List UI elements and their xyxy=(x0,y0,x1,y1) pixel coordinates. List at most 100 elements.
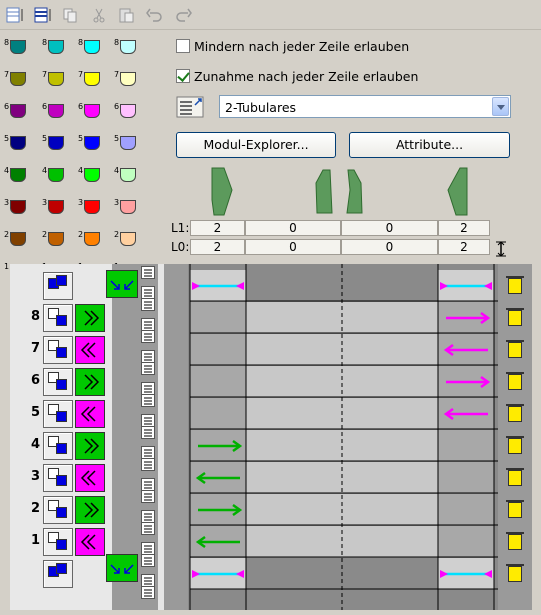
color-swatch[interactable] xyxy=(84,40,100,54)
color-swatch[interactable] xyxy=(10,104,26,118)
color-row-number: 3 xyxy=(4,198,10,207)
color-swatch[interactable] xyxy=(10,40,26,54)
row-insert-icon[interactable] xyxy=(141,382,155,395)
grid-cell xyxy=(342,526,438,557)
color-swatch[interactable] xyxy=(84,136,100,150)
color-swatch[interactable] xyxy=(120,168,136,182)
paste-icon[interactable] xyxy=(118,7,136,23)
color-swatch[interactable] xyxy=(84,168,100,182)
l1-cell[interactable]: 2 xyxy=(438,220,490,236)
undo-icon[interactable] xyxy=(146,7,164,23)
color-swatch[interactable] xyxy=(48,40,64,54)
module-explorer-button[interactable]: Modul-Explorer... xyxy=(176,132,336,158)
color-row-number: 7 xyxy=(42,70,48,79)
color-swatch[interactable] xyxy=(10,72,26,86)
color-swatch[interactable] xyxy=(48,72,64,86)
color-swatch[interactable] xyxy=(48,200,64,214)
grid-cell xyxy=(246,398,342,429)
color-swatch[interactable] xyxy=(84,232,100,246)
color-row: 4 4 4 4 xyxy=(0,164,170,194)
color-swatch[interactable] xyxy=(120,232,136,246)
color-swatch[interactable] xyxy=(48,104,64,118)
color-swatch[interactable] xyxy=(120,104,136,118)
row-insert-icon[interactable] xyxy=(141,542,155,555)
color-row: 2 2 2 2 xyxy=(0,228,170,258)
l1-cell[interactable]: 2 xyxy=(190,220,245,236)
color-swatch[interactable] xyxy=(120,200,136,214)
color-row-number: 8 xyxy=(78,38,84,47)
module-type-icon[interactable] xyxy=(176,96,204,118)
row-insert-icon[interactable] xyxy=(141,446,155,459)
color-swatch[interactable] xyxy=(84,72,100,86)
color-palette: 88887777666655554444333322221111 xyxy=(0,30,170,278)
row-insert-icon[interactable] xyxy=(141,350,155,363)
color-row-number: 5 xyxy=(4,134,10,143)
color-row-number: 6 xyxy=(114,102,120,111)
grid-cell xyxy=(342,334,438,365)
grid-cell xyxy=(246,366,342,397)
chevron-down-icon[interactable] xyxy=(492,97,509,116)
row-insert-icon[interactable] xyxy=(141,286,155,299)
redo-icon[interactable] xyxy=(174,7,192,23)
l0-cell[interactable]: 2 xyxy=(190,239,245,255)
cut-icon[interactable] xyxy=(90,7,108,23)
decrease-label: Mindern nach jeder Zeile erlauben xyxy=(194,39,410,54)
color-row-number: 5 xyxy=(114,134,120,143)
color-swatch[interactable] xyxy=(10,168,26,182)
l0-cell[interactable]: 2 xyxy=(438,239,490,255)
decrease-checkbox[interactable] xyxy=(176,39,190,53)
color-row-number: 8 xyxy=(114,38,120,47)
grid-cell xyxy=(438,526,494,557)
resize-height-icon[interactable] xyxy=(494,240,508,258)
color-swatch[interactable] xyxy=(10,200,26,214)
color-swatch[interactable] xyxy=(10,232,26,246)
module-select-value: 2-Tubulares xyxy=(225,100,297,115)
color-row-number: 2 xyxy=(4,230,10,239)
color-row-number: 5 xyxy=(78,134,84,143)
color-row-number: 2 xyxy=(114,230,120,239)
color-swatch[interactable] xyxy=(10,136,26,150)
color-swatch[interactable] xyxy=(84,104,100,118)
color-row-number: 7 xyxy=(4,70,10,79)
grid-cell xyxy=(342,270,438,301)
row-insert-icon[interactable] xyxy=(141,510,155,523)
color-swatch[interactable] xyxy=(120,40,136,54)
color-row: 6 6 6 6 xyxy=(0,100,170,130)
l0-cell[interactable]: 0 xyxy=(341,239,438,255)
copy-icon[interactable] xyxy=(62,7,80,23)
columns-icon[interactable] xyxy=(34,7,52,23)
color-row-number: 6 xyxy=(78,102,84,111)
row-insert-icon[interactable] xyxy=(141,414,155,427)
attributes-button[interactable]: Attribute... xyxy=(349,132,510,158)
row-insert-icon[interactable] xyxy=(141,478,155,491)
color-row-number: 4 xyxy=(114,166,120,175)
module-shape-preview xyxy=(211,167,468,216)
color-swatch[interactable] xyxy=(84,200,100,214)
row-insert-icon[interactable] xyxy=(141,318,155,331)
increase-checkbox[interactable] xyxy=(176,69,190,83)
color-swatch[interactable] xyxy=(48,168,64,182)
color-swatch[interactable] xyxy=(48,232,64,246)
grid-cell xyxy=(342,494,438,525)
grid-cell xyxy=(246,526,342,557)
grid-cell xyxy=(342,430,438,461)
color-row: 3 3 3 3 xyxy=(0,196,170,226)
module-select[interactable]: 2-Tubulares xyxy=(219,95,511,118)
grid-cell xyxy=(190,366,246,397)
row-insert-icon[interactable] xyxy=(141,266,155,279)
color-swatch[interactable] xyxy=(120,136,136,150)
row-insert-icon[interactable] xyxy=(141,574,155,587)
l1-cell[interactable]: 0 xyxy=(245,220,341,236)
color-row-number: 3 xyxy=(78,198,84,207)
color-swatch[interactable] xyxy=(120,72,136,86)
l0-cell[interactable]: 0 xyxy=(245,239,341,255)
rows-icon[interactable] xyxy=(6,7,24,23)
l1-cell[interactable]: 0 xyxy=(341,220,438,236)
grid-cell xyxy=(246,558,342,589)
color-swatch[interactable] xyxy=(48,136,64,150)
toolbar xyxy=(0,0,541,30)
grid-cell xyxy=(246,462,342,493)
grid-cell xyxy=(342,366,438,397)
color-row: 5 5 5 5 xyxy=(0,132,170,162)
grid-cell xyxy=(246,430,342,461)
